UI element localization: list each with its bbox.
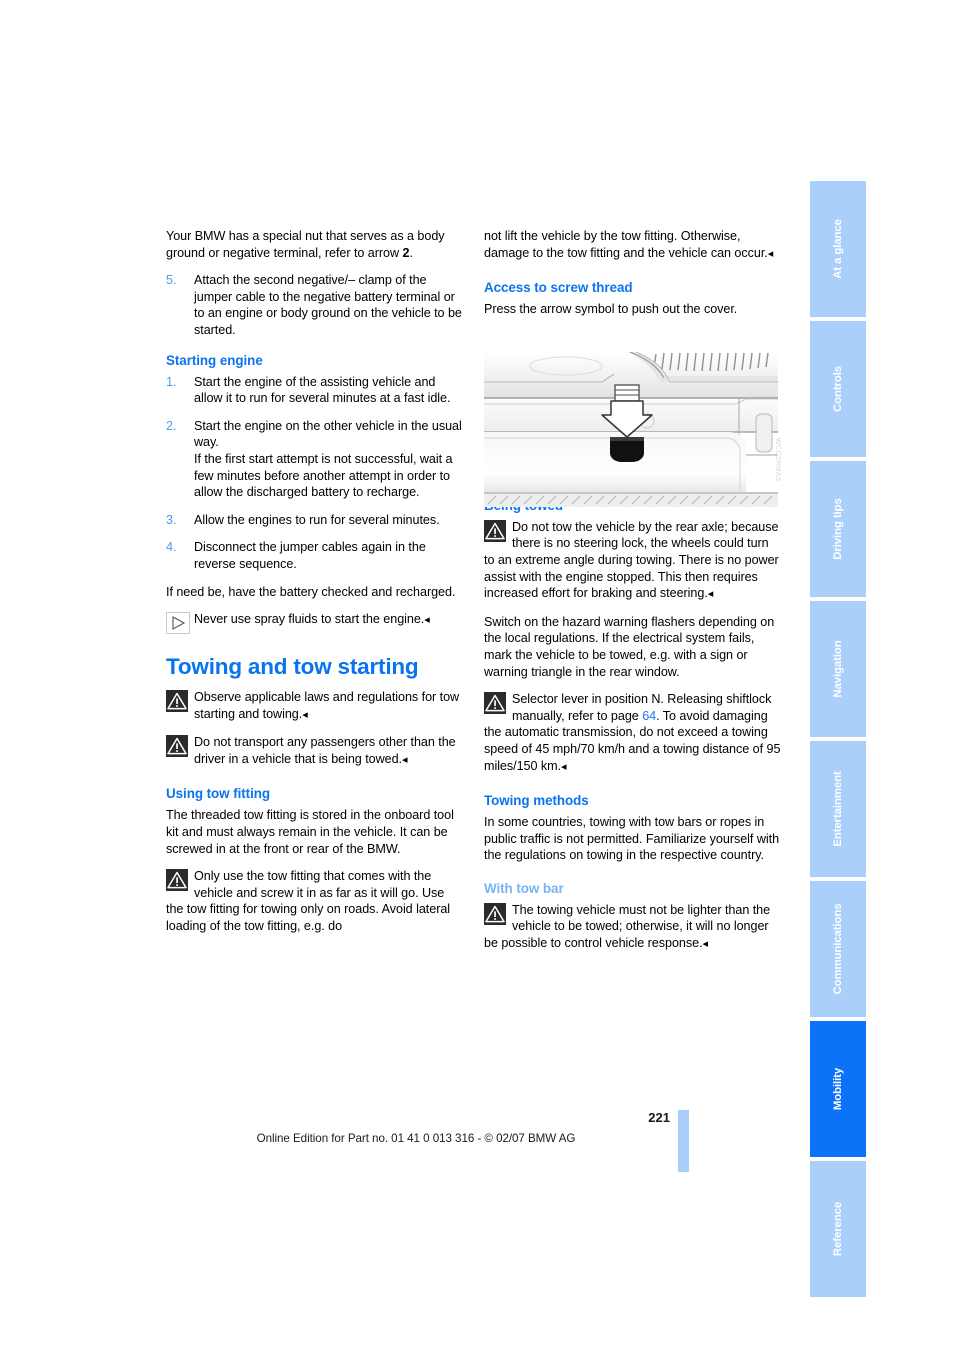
note-text: Observe applicable laws and regulations … [194,690,459,721]
note-text: Do not transport any passengers other th… [194,735,456,766]
warning-triangle-icon [166,869,188,892]
page-number: 221 [648,1110,670,1125]
end-mark: ◂ [402,753,408,766]
note-body: Do not tow the vehicle by the rear axle;… [484,519,779,601]
figure-screw-thread-cover [484,352,778,507]
chapter-tab-rail: At a glance Controls Driving tips Naviga… [810,181,866,1297]
tab-label: Communications [832,903,844,995]
warning-laws-regulations: Observe applicable laws and regulations … [166,689,464,723]
starting-engine-steps: 1. Start the engine of the assisting veh… [166,374,464,451]
list-number: 1. [166,374,177,389]
sidebar-tab-mobility[interactable]: Mobility [810,1021,866,1157]
sidebar-tab-communications[interactable]: Communications [810,881,866,1017]
warning-only-use-tow-fitting: Only use the tow fitting that comes with… [166,868,464,934]
end-mark: ◂ [702,938,709,951]
end-mark: ◂ [561,760,567,773]
heading-starting-engine: Starting engine [166,352,263,368]
list-item: 5. Attach the second negative/– clamp of… [166,272,464,338]
warning-passengers: Do not transport any passengers other th… [166,734,464,768]
end-mark: ◂ [302,708,308,721]
warning-triangle-icon [166,690,188,713]
page-title: Towing and tow starting [166,654,419,680]
list-item: 3. Allow the engines to run for several … [166,512,464,529]
towing-methods-paragraph: In some countries, towing with tow bars … [484,815,780,863]
note-spray-fluids: Never use spray fluids to start the engi… [166,611,464,635]
sidebar-tab-navigation[interactable]: Navigation [810,601,866,737]
right-text-column: not lift the vehicle by the tow fitting.… [484,228,782,964]
heading-access-screw-thread: Access to screw thread [484,280,633,296]
list-text: Start the engine on the other vehicle in… [194,418,462,450]
tab-label: At a glance [832,219,844,279]
list-text: Attach the second negative/– clamp of th… [194,273,462,337]
intro-paragraph-end: . [409,245,413,260]
page-number-bar [678,1110,689,1172]
note-text: Do not tow the vehicle by the rear axle;… [484,520,779,600]
access-paragraph: Press the arrow symbol to push out the c… [484,302,738,317]
end-mark: ◂ [707,588,714,601]
continued-paragraph-text: not lift the vehicle by the tow fitting.… [484,229,768,260]
end-mark: ◂ [767,247,774,260]
list-text: Disconnect the jumper cables again in th… [194,540,426,571]
jumper-steps-list: 5. Attach the second negative/– clamp of… [166,272,464,338]
note-body: The towing vehicle must not be lighter t… [484,902,771,951]
figure-id-label: WCC2RMA5 [774,438,781,482]
heading-using-tow-fitting: Using tow fitting [166,786,271,802]
intro-paragraph: Your BMW has a special nut that serves a… [166,228,464,261]
note-text: Selector lever in position N. Releasing … [484,692,780,772]
tow-fitting-paragraph: The threaded tow fitting is stored in th… [166,808,454,856]
warning-tow-bar-weight: The towing vehicle must not be lighter t… [484,902,782,953]
sidebar-tab-driving-tips[interactable]: Driving tips [810,461,866,597]
note-body: Never use spray fluids to start the engi… [194,612,425,627]
note-text: Never use spray fluids to start the engi… [194,612,430,626]
footer-edition-note: Online Edition for Part no. 01 41 0 013 … [256,1132,576,1145]
left-text-column: Your BMW has a special nut that serves a… [166,228,464,946]
note-text: The towing vehicle must not be lighter t… [484,903,770,950]
heading-with-tow-bar: With tow bar [484,880,564,896]
note-text: Only use the tow fitting that comes with… [166,869,451,934]
manual-page: Your BMW has a special nut that serves a… [0,0,954,1351]
hazard-paragraph: Switch on the hazard warning flashers de… [484,614,775,679]
list-number: 3. [166,512,177,527]
tab-label: Controls [832,365,844,413]
sidebar-tab-controls[interactable]: Controls [810,321,866,457]
warning-triangle-icon [484,692,506,715]
note-body: Observe applicable laws and regulations … [194,690,460,721]
list-text: Allow the engines to run for several min… [194,512,440,527]
list-number: 5. [166,273,177,288]
battery-check-paragraph: If need be, have the battery checked and… [166,584,456,599]
continued-paragraph: not lift the vehicle by the tow fitting.… [484,228,782,262]
tab-label: Driving tips [832,498,844,560]
warning-triangle-icon [166,735,188,758]
page-cross-reference-link[interactable]: 64 [642,709,656,723]
starting-engine-steps-cont: 3. Allow the engines to run for several … [166,512,464,573]
note-body: Do not transport any passengers other th… [194,735,456,766]
step2-continuation: If the first start attempt is not succes… [194,451,453,500]
list-number: 2. [166,418,177,433]
list-item: 4. Disconnect the jumper cables again in… [166,539,464,572]
list-item: 2. Start the engine on the other vehicle… [166,418,464,451]
sidebar-tab-reference[interactable]: Reference [810,1161,866,1297]
play-triangle-icon [166,612,190,635]
list-item: 1. Start the engine of the assisting veh… [166,374,464,407]
warning-selector-lever: Selector lever in position N. Releasing … [484,691,782,775]
list-text: Start the engine of the assisting vehicl… [194,374,451,406]
tab-label: Entertainment [832,771,844,847]
end-mark: ◂ [424,614,430,627]
tab-label: Reference [832,1201,844,1257]
sidebar-tab-at-a-glance[interactable]: At a glance [810,181,866,317]
list-number: 4. [166,540,177,555]
tab-label: Mobility [832,1067,844,1111]
sidebar-tab-entertainment[interactable]: Entertainment [810,741,866,877]
heading-towing-methods: Towing methods [484,793,589,809]
warning-rear-axle: Do not tow the vehicle by the rear axle;… [484,519,782,603]
warning-triangle-icon [484,519,506,542]
warning-triangle-icon [484,902,506,925]
tab-label: Navigation [832,640,844,698]
